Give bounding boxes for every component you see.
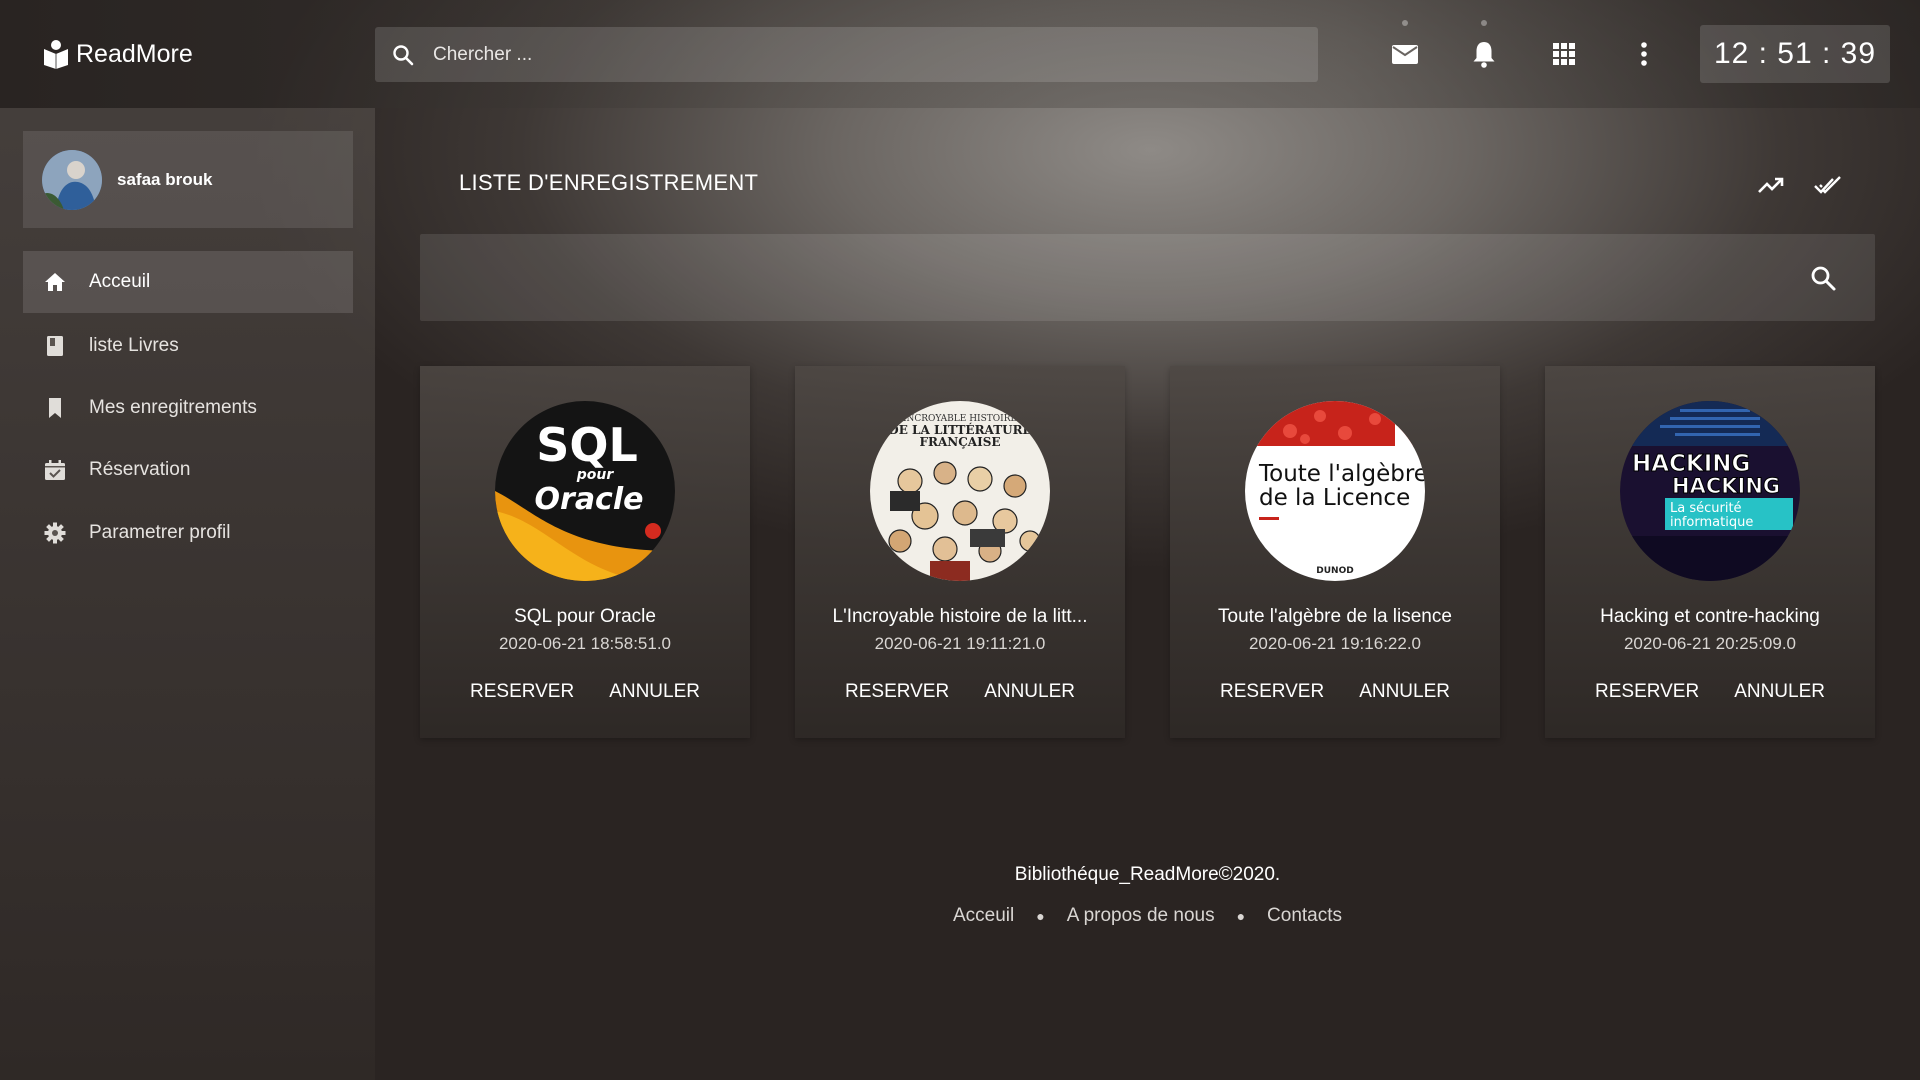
brand-name: ReadMore: [76, 39, 193, 68]
cancel-button[interactable]: ANNULER: [1359, 681, 1450, 703]
book-logo-icon: [44, 40, 68, 69]
book-title: SQL pour Oracle: [514, 606, 656, 627]
book-card: Toute l'algèbre de la Licence DUNOD Tout…: [1170, 366, 1500, 738]
footer-link-a-propos[interactable]: A propos de nous: [1067, 905, 1215, 927]
more-options-button[interactable]: [1628, 38, 1660, 70]
footer-copyright: Bibliothéque_ReadMore©2020.: [1014, 864, 1281, 885]
sidebar: safaa brouk Acceuil liste Livres Mes enr…: [0, 108, 375, 1080]
book-card: INCROYABLE HISTOIRE DE LA LITTÉRATURE FR…: [795, 366, 1125, 738]
bell-icon: [1473, 42, 1495, 68]
mail-icon: [1392, 45, 1418, 64]
book-date: 2020-06-21 19:11:21.0: [874, 634, 1046, 653]
done-all-icon: [1814, 176, 1841, 194]
bell-badge-dot: [1481, 20, 1487, 26]
sidebar-item-label: liste Livres: [89, 335, 179, 356]
footer-links: Acceuil ● A propos de nous ● Contacts: [375, 905, 1920, 927]
sidebar-item-label: Parametrer profil: [89, 522, 231, 543]
svg-text:informatique: informatique: [1670, 515, 1753, 530]
book-cover-image: Toute l'algèbre de la Licence DUNOD: [1245, 401, 1425, 581]
global-search-input[interactable]: [433, 27, 1318, 82]
footer-separator: ●: [1036, 908, 1045, 924]
book-date: 2020-06-21 20:25:09.0: [1623, 634, 1797, 653]
footer-separator: ●: [1236, 908, 1246, 924]
svg-text:La sécurité: La sécurité: [1670, 501, 1742, 516]
sidebar-item-reservation[interactable]: Réservation: [23, 439, 353, 501]
book-title: Hacking et contre-hacking: [1600, 606, 1820, 627]
svg-text:SQL: SQL: [536, 418, 638, 472]
footer-link-contacts[interactable]: Contacts: [1267, 905, 1342, 927]
book-title: L'Incroyable histoire de la litt...: [832, 606, 1088, 627]
book-card: HACKING HACKING La sécurité informatique…: [1545, 366, 1875, 738]
svg-text:pour: pour: [576, 467, 615, 483]
footer-link-acceuil[interactable]: Acceuil: [953, 905, 1014, 927]
clock-display: 12 : 51 : 39: [1700, 25, 1890, 83]
apps-button[interactable]: [1548, 38, 1580, 70]
brand-logo[interactable]: ReadMore: [42, 36, 193, 72]
page-title: LISTE D'ENREGISTREMENT: [459, 170, 759, 195]
user-profile-card[interactable]: safaa brouk: [23, 131, 353, 228]
sidebar-item-liste-livres[interactable]: liste Livres: [23, 315, 353, 377]
svg-text:Oracle: Oracle: [535, 482, 644, 517]
user-name: safaa brouk: [117, 169, 213, 189]
apps-grid-icon: [1553, 43, 1575, 65]
search-icon: [393, 44, 414, 65]
mark-all-done-button[interactable]: [1813, 170, 1847, 200]
trending-up-icon: [1758, 177, 1784, 193]
book-date: 2020-06-21 19:16:22.0: [1248, 634, 1422, 653]
svg-text:DUNOD: DUNOD: [1316, 566, 1353, 576]
more-vert-icon: [1641, 42, 1647, 66]
reserve-button[interactable]: RESERVER: [1220, 681, 1324, 703]
avatar: [42, 149, 102, 210]
records-filter-input[interactable]: [440, 234, 1800, 321]
global-search[interactable]: [375, 27, 1318, 82]
svg-text:FRANÇAISE: FRANÇAISE: [919, 435, 1000, 449]
sidebar-item-label: Mes enregitrements: [89, 397, 257, 418]
sidebar-item-acceuil[interactable]: Acceuil: [23, 251, 353, 313]
cancel-button[interactable]: ANNULER: [609, 681, 700, 703]
top-app-bar: ReadMore 1: [0, 0, 1920, 108]
mail-badge-dot: [1402, 20, 1408, 26]
book-icon: [43, 334, 67, 358]
reserve-button[interactable]: RESERVER: [845, 681, 949, 703]
book-card: SQL pour Oracle SQL pour Oracle 2020-06-…: [420, 366, 750, 738]
records-filter-bar[interactable]: [420, 234, 1875, 321]
book-cover-image: SQL pour Oracle: [495, 401, 675, 581]
bookmark-icon: [43, 396, 67, 420]
gear-icon: [43, 521, 67, 545]
notifications-button[interactable]: [1468, 38, 1500, 70]
svg-text:HACKING: HACKING: [1672, 474, 1780, 498]
home-icon: [43, 270, 67, 294]
reserve-button[interactable]: RESERVER: [470, 681, 574, 703]
sidebar-item-parametrer-profil[interactable]: Parametrer profil: [23, 502, 353, 564]
book-cover-image: HACKING HACKING La sécurité informatique: [1620, 401, 1800, 581]
reserve-button[interactable]: RESERVER: [1595, 681, 1699, 703]
search-icon[interactable]: [1809, 264, 1837, 292]
book-title: Toute l'algèbre de la lisence: [1218, 606, 1452, 627]
cancel-button[interactable]: ANNULER: [1734, 681, 1825, 703]
calendar-check-icon: [43, 458, 67, 482]
mail-button[interactable]: [1389, 38, 1421, 70]
sidebar-item-label: Réservation: [89, 459, 191, 480]
svg-text:Toute l'algèbre: Toute l'algèbre: [1258, 461, 1425, 487]
cancel-button[interactable]: ANNULER: [984, 681, 1075, 703]
book-date: 2020-06-21 18:58:51.0: [498, 634, 672, 653]
svg-text:de la Licence: de la Licence: [1259, 485, 1410, 511]
sidebar-item-label: Acceuil: [89, 271, 151, 292]
book-cover-image: INCROYABLE HISTOIRE DE LA LITTÉRATURE FR…: [870, 401, 1050, 581]
trending-button[interactable]: [1756, 170, 1790, 200]
sidebar-item-mes-enregitrements[interactable]: Mes enregitrements: [23, 377, 353, 439]
